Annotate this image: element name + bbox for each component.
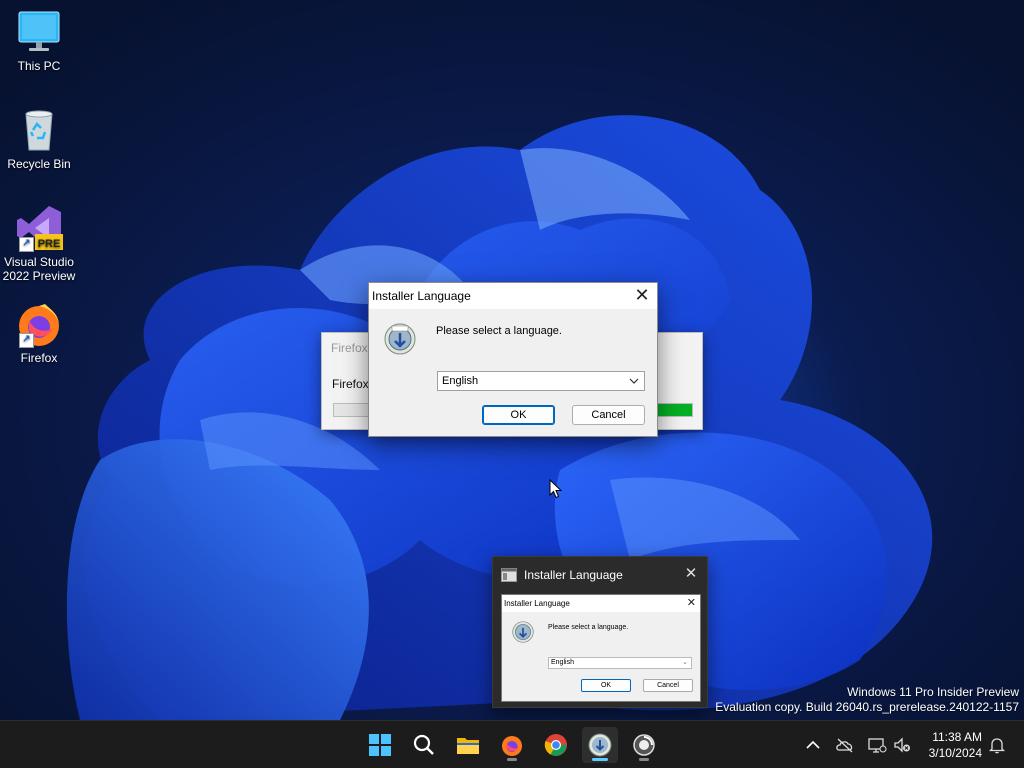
evaluation-watermark: Windows 11 Pro Insider Preview Evaluatio… — [715, 685, 1019, 715]
desktop-icon-label: Visual Studio 2022 Preview — [2, 255, 76, 283]
network-button[interactable] — [867, 735, 887, 755]
firefox-taskbar-button[interactable] — [494, 727, 530, 763]
installer-logo-icon — [384, 323, 416, 355]
visual-studio-icon: PRE ↗ — [15, 204, 63, 252]
desktop-icon-recycle-bin[interactable]: Recycle Bin — [0, 106, 78, 171]
mini-title: Installer Language — [504, 599, 570, 608]
language-select[interactable]: English — [437, 371, 645, 391]
installer-icon — [588, 733, 612, 757]
shortcut-arrow-icon: ↗ — [19, 237, 34, 252]
close-button[interactable]: ✕ — [627, 283, 657, 309]
volume-button[interactable] — [892, 735, 912, 755]
file-explorer-button[interactable] — [450, 727, 486, 763]
notification-icon — [988, 738, 1006, 754]
show-hidden-icons-button[interactable] — [803, 735, 823, 755]
chrome-taskbar-button[interactable] — [538, 727, 574, 763]
search-icon — [413, 734, 434, 755]
firefox-icon — [502, 736, 522, 756]
monitor-icon — [15, 8, 63, 56]
clock-time: 11:38 AM — [932, 730, 982, 744]
shortcut-arrow-icon: ↗ — [19, 333, 34, 348]
running-indicator — [507, 758, 517, 761]
chevron-up-icon — [806, 740, 820, 749]
mini-ok-button: OK — [581, 679, 631, 692]
taskbar-thumbnail-preview[interactable]: Installer Language ✕ Installer Language … — [492, 556, 708, 708]
cancel-button[interactable]: Cancel — [572, 405, 645, 425]
desktop-icon-label: This PC — [17, 59, 61, 73]
desktop-icon-this-pc[interactable]: This PC — [0, 8, 78, 73]
clock-date: 3/10/2024 — [928, 746, 982, 760]
mini-close-icon: ✕ — [686, 597, 696, 609]
start-button[interactable] — [362, 727, 398, 763]
clock[interactable]: 11:38 AM 3/10/2024 — [929, 729, 982, 761]
onedrive-icon — [836, 738, 853, 753]
installer-taskbar-button[interactable] — [582, 727, 618, 763]
firefox-icon: ↗ — [15, 300, 63, 348]
running-indicator — [639, 758, 649, 761]
preview-title: Installer Language — [524, 568, 623, 582]
window-message: Firefox — [332, 377, 369, 391]
dialog-title: Installer Language — [372, 289, 471, 303]
progress-fill — [656, 404, 692, 416]
pre-badge-text: PRE — [38, 238, 61, 250]
installer-language-dialog[interactable]: Installer Language ✕ Please select a lan… — [368, 282, 658, 437]
network-icon — [868, 738, 887, 753]
preview-thumbnail: Installer Language ✕ Please select a lan… — [501, 594, 701, 702]
window-app-icon — [501, 568, 517, 582]
start-icon — [369, 734, 391, 756]
mini-installer-logo-icon — [512, 621, 534, 643]
language-select-value: English — [442, 375, 479, 387]
mini-chevron-down-icon: ⌄ — [682, 659, 688, 666]
setup-icon — [633, 734, 655, 756]
ok-button[interactable]: OK — [482, 405, 555, 425]
search-button[interactable] — [406, 727, 442, 763]
taskbar: 11:38 AM 3/10/2024 — [0, 720, 1024, 768]
onedrive-button[interactable] — [835, 735, 855, 755]
dialog-prompt: Please select a language. — [436, 325, 562, 337]
desktop-icon-visual-studio[interactable]: PRE ↗ Visual Studio 2022 Preview — [0, 204, 78, 283]
desktop-icon-label: Firefox — [20, 351, 58, 365]
setup-taskbar-button[interactable] — [626, 727, 662, 763]
active-indicator — [592, 758, 608, 761]
chevron-down-icon — [629, 378, 639, 384]
desktop: This PC Recycle Bin PRE ↗ Visual Studio … — [0, 0, 1024, 720]
desktop-icon-firefox[interactable]: ↗ Firefox — [0, 300, 78, 365]
desktop-icon-label: Recycle Bin — [7, 157, 71, 171]
preview-close-button[interactable]: ✕ — [681, 564, 701, 584]
chrome-icon — [544, 734, 567, 756]
mini-select-value: English — [551, 659, 574, 666]
recycle-bin-icon — [15, 106, 63, 154]
mini-cancel-button: Cancel — [643, 679, 693, 692]
notifications-button[interactable] — [987, 735, 1007, 755]
mouse-cursor-icon — [549, 479, 563, 499]
mini-prompt: Please select a language. — [548, 624, 629, 631]
file-explorer-icon — [457, 738, 479, 754]
window-title: Firefox — [331, 341, 368, 355]
volume-muted-icon — [894, 737, 910, 753]
mini-language-select: English ⌄ — [548, 657, 692, 669]
watermark-line-1: Windows 11 Pro Insider Preview — [847, 685, 1019, 699]
watermark-line-2: Evaluation copy. Build 26040.rs_prerelea… — [715, 700, 1019, 714]
